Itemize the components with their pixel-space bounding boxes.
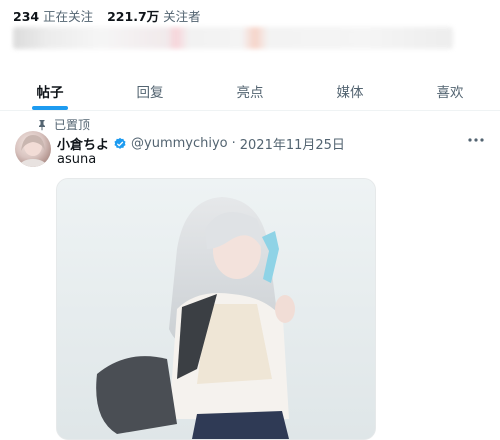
cosplay-photo (57, 179, 375, 439)
pin-icon (39, 119, 45, 130)
followers-label: 关注者 (163, 9, 201, 24)
tab-highlights[interactable]: 亮点 (200, 72, 300, 110)
tab-likes-label: 喜欢 (436, 85, 464, 101)
post-text: asuna (57, 152, 97, 167)
profile-stats: 234 正在关注 221.7万 关注者 (13, 6, 201, 25)
author-name[interactable]: 小倉ちよ (57, 134, 109, 153)
tab-media-label: 媒体 (336, 85, 364, 101)
post-media-image[interactable] (56, 178, 376, 440)
tab-media[interactable]: 媒体 (300, 72, 400, 110)
separator-dot: · (231, 136, 236, 151)
following-stat[interactable]: 234 正在关注 (13, 6, 93, 25)
pinned-label: 已置顶 (54, 118, 91, 132)
tab-posts[interactable]: 帖子 (0, 72, 100, 110)
tab-highlights-label: 亮点 (236, 85, 264, 101)
post-date[interactable]: 2021年11月25日 (240, 134, 345, 153)
tab-likes[interactable]: 喜欢 (400, 72, 500, 110)
blurred-bio-area (13, 27, 453, 49)
following-label: 正在关注 (43, 9, 94, 24)
avatar[interactable] (15, 131, 51, 167)
avatar-image (19, 135, 47, 167)
pinned-indicator: 已置顶 (36, 116, 90, 133)
more-horizontal-icon[interactable] (466, 133, 486, 147)
followers-count: 221.7万 (107, 9, 160, 24)
author-handle[interactable]: @yummychiyo (131, 136, 228, 151)
active-tab-indicator (32, 106, 68, 110)
tab-replies[interactable]: 回复 (100, 72, 200, 110)
following-count: 234 (13, 9, 40, 24)
post-header: 小倉ちよ @yummychiyo · 2021年11月25日 (57, 134, 345, 153)
followers-stat[interactable]: 221.7万 关注者 (107, 6, 201, 25)
more-dots (468, 138, 484, 142)
tab-posts-label: 帖子 (36, 85, 64, 101)
tab-replies-label: 回复 (136, 85, 164, 101)
profile-tabs: 帖子 回复 亮点 媒体 喜欢 (0, 72, 500, 111)
verified-badge-icon (114, 137, 126, 149)
